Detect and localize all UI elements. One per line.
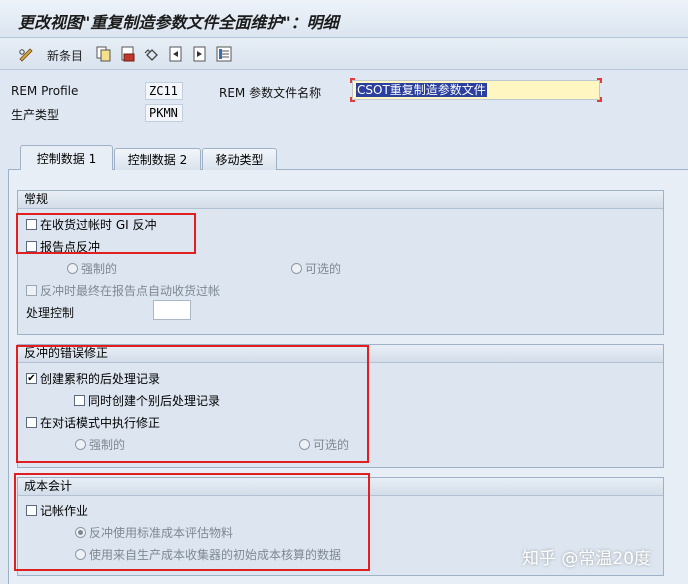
edit-glasses-icon[interactable]	[18, 46, 34, 62]
production-type-field: PKMN	[145, 104, 183, 122]
profile-name-label: REM 参数文件名称	[219, 86, 322, 100]
copy-icon[interactable]	[96, 46, 112, 62]
rem-profile-field: ZC11	[145, 82, 183, 100]
mandatory-label: 强制的	[81, 262, 118, 276]
optional-radio-option[interactable]: 可选的	[291, 260, 341, 277]
auto-gr-checkbox[interactable]	[26, 285, 37, 296]
select-all-icon[interactable]	[216, 46, 232, 62]
highlight-box	[16, 213, 196, 254]
profile-name-selected-text: CSOT重复制造参数文件	[356, 83, 487, 97]
undo-icon[interactable]	[144, 46, 160, 62]
prev-entry-icon[interactable]	[168, 46, 184, 62]
watermark-text: 知乎 @常温20度	[522, 549, 652, 569]
focus-corner	[597, 97, 602, 102]
tab-control-data-1[interactable]: 控制数据 1	[20, 145, 113, 170]
highlight-box	[16, 345, 369, 463]
process-control-input[interactable]	[153, 300, 191, 320]
next-entry-icon[interactable]	[192, 46, 208, 62]
rem-profile-label: REM Profile	[11, 84, 79, 98]
window-title: 更改视图"重复制造参数文件全面维护"：明细	[18, 13, 339, 32]
profile-name-input[interactable]: CSOT重复制造参数文件	[350, 78, 602, 102]
auto-gr-option[interactable]: 反冲时最终在报告点自动收货过帐	[26, 282, 220, 299]
tab-movement-types[interactable]: 移动类型	[202, 148, 277, 170]
general-group-header: 常规	[18, 191, 663, 209]
tab-control-data-2[interactable]: 控制数据 2	[114, 148, 201, 170]
process-control-label: 处理控制	[26, 306, 75, 320]
production-type-label: 生产类型	[11, 108, 60, 122]
mandatory-radio[interactable]	[67, 263, 78, 274]
optional-radio[interactable]	[291, 263, 302, 274]
mandatory-radio-option[interactable]: 强制的	[67, 260, 117, 277]
highlight-box	[14, 473, 370, 571]
focus-corner	[597, 78, 602, 83]
focus-corner	[350, 78, 355, 83]
new-entries-button[interactable]: 新条目	[47, 47, 83, 64]
delete-icon[interactable]	[120, 46, 136, 62]
auto-gr-label: 反冲时最终在报告点自动收货过帐	[40, 284, 221, 298]
optional-label: 可选的	[305, 262, 342, 276]
focus-corner	[350, 97, 355, 102]
